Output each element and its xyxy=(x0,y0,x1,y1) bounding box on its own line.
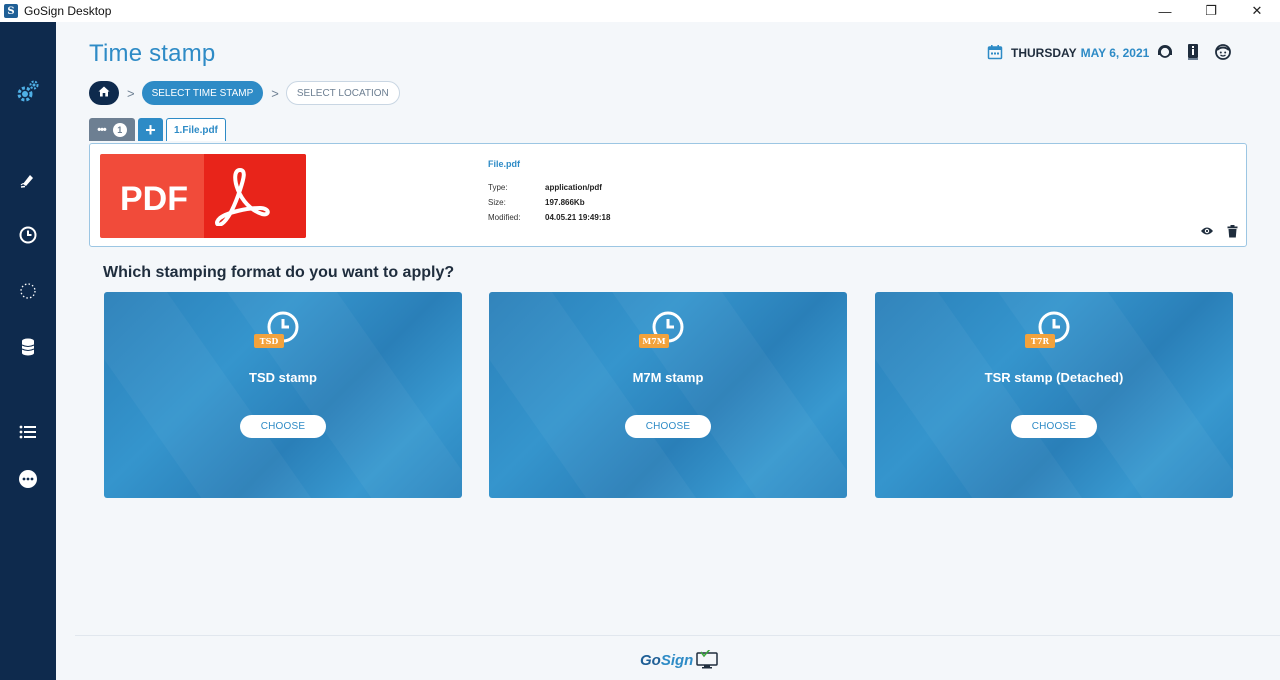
stamp-option-m7m[interactable]: M7M M7M stamp CHOOSE xyxy=(489,292,847,498)
stamp-option-tsr-detached[interactable]: T7R TSR stamp (Detached) CHOOSE xyxy=(875,292,1233,498)
desktop-monitor-icon xyxy=(696,650,719,669)
file-size-label: Size: xyxy=(488,198,506,207)
breadcrumb: > SELECT TIME STAMP > SELECT LOCATION xyxy=(89,80,400,106)
breadcrumb-separator: > xyxy=(127,85,135,101)
maximize-button[interactable]: ❐ xyxy=(1188,0,1234,22)
choose-tsd-button[interactable]: CHOOSE xyxy=(240,415,326,438)
user-face-icon[interactable] xyxy=(1214,43,1232,61)
more-dots-icon: ••• xyxy=(97,123,107,136)
file-type-row: Type: application/pdf xyxy=(488,183,602,192)
stamping-format-question: Which stamping format do you want to app… xyxy=(103,264,455,281)
settings-gear-icon[interactable] xyxy=(14,78,42,106)
delete-trash-icon[interactable] xyxy=(1225,224,1239,238)
file-modified-label: Modified: xyxy=(488,213,521,222)
acrobat-logo-icon xyxy=(215,168,270,226)
stamp-option-title: TSR stamp (Detached) xyxy=(984,370,1124,385)
file-modified-value: 04.05.21 19:49:18 xyxy=(545,213,611,222)
preview-eye-icon[interactable] xyxy=(1200,224,1214,238)
minimize-button[interactable]: — xyxy=(1142,0,1188,22)
clock-icon[interactable] xyxy=(14,221,42,249)
calendar-icon xyxy=(987,44,1003,63)
file-modified-row: Modified: 04.05.21 19:49:18 xyxy=(488,213,610,222)
pdf-thumbnail-label: PDF xyxy=(120,180,188,218)
gosign-logo-text: GoSign xyxy=(640,651,694,669)
gosign-footer-logo: GoSign xyxy=(640,648,719,672)
date-weekday: THURSDAY xyxy=(1011,46,1077,60)
add-file-button[interactable]: + xyxy=(138,118,163,141)
page-title: Time stamp xyxy=(89,40,216,67)
format-badge: T7R xyxy=(1025,334,1055,348)
stamp-option-tsd[interactable]: TSD TSD stamp CHOOSE xyxy=(104,292,462,498)
database-icon[interactable] xyxy=(14,333,42,361)
file-group-tab[interactable]: ••• 1 xyxy=(89,118,135,141)
support-agent-icon[interactable] xyxy=(1156,43,1174,61)
home-icon xyxy=(98,84,110,102)
breadcrumb-select-time-stamp[interactable]: SELECT TIME STAMP xyxy=(141,81,264,105)
file-card: PDF File.pdf Type: application/pdf Size:… xyxy=(89,143,1247,247)
file-type-label: Type: xyxy=(488,183,508,192)
window-titlebar: S GoSign Desktop — ❐ ✕ xyxy=(0,0,1280,22)
window-controls: — ❐ ✕ xyxy=(1142,0,1280,22)
choose-m7m-button[interactable]: CHOOSE xyxy=(625,415,711,438)
window-title: GoSign Desktop xyxy=(24,4,112,18)
sidebar xyxy=(0,22,56,680)
file-tab[interactable]: 1.File.pdf xyxy=(166,118,226,141)
breadcrumb-home[interactable] xyxy=(89,81,119,105)
breadcrumb-separator: > xyxy=(271,85,279,101)
info-book-icon[interactable] xyxy=(1184,43,1202,61)
file-size-row: Size: 197.866Kb xyxy=(488,198,585,207)
date-month-day-year: MAY 6, 2021 xyxy=(1080,46,1150,60)
pdf-thumbnail: PDF xyxy=(100,154,306,238)
more-options-icon[interactable] xyxy=(14,465,42,493)
footer-divider xyxy=(75,635,1280,636)
stamp-option-title: TSD stamp xyxy=(249,370,317,385)
format-badge: M7M xyxy=(639,334,669,348)
file-tabs: ••• 1 + 1.File.pdf xyxy=(89,118,226,141)
format-badge: TSD xyxy=(254,334,284,348)
close-button[interactable]: ✕ xyxy=(1234,0,1280,22)
breadcrumb-select-location[interactable]: SELECT LOCATION xyxy=(285,81,400,105)
file-name: File.pdf xyxy=(488,159,520,169)
file-count-badge: 1 xyxy=(112,122,127,137)
file-size-value: 197.866Kb xyxy=(545,198,585,207)
app-logo-icon: S xyxy=(4,4,18,18)
file-type-value: application/pdf xyxy=(545,183,602,192)
choose-tsr-button[interactable]: CHOOSE xyxy=(1011,415,1097,438)
stamp-option-title: M7M stamp xyxy=(632,370,704,385)
current-date: THURSDAY MAY 6, 2021 xyxy=(987,44,1149,62)
signature-pen-icon[interactable] xyxy=(14,166,42,194)
list-icon[interactable] xyxy=(14,418,42,446)
dotted-circle-icon[interactable] xyxy=(14,277,42,305)
